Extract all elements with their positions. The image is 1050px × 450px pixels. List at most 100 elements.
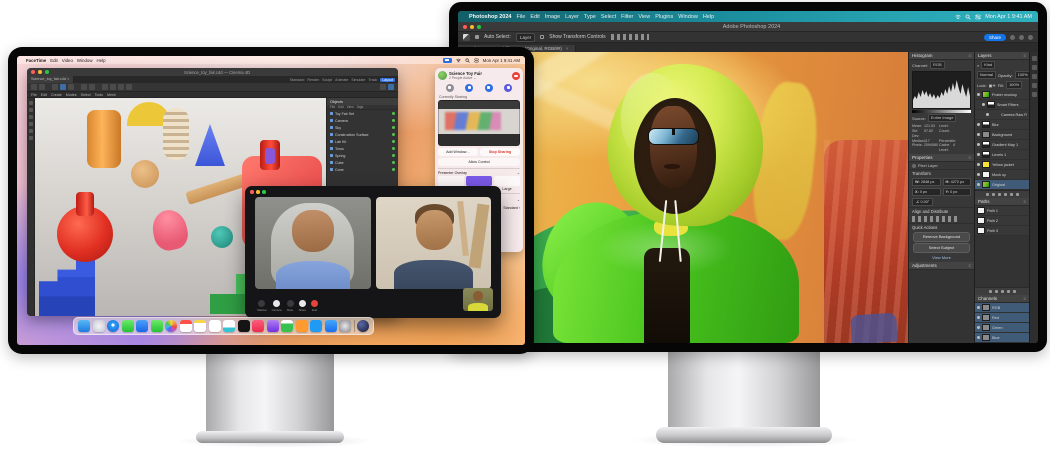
- render-settings-icon[interactable]: [89, 84, 95, 90]
- object-enabled-dot[interactable]: [392, 112, 395, 115]
- facetime-action-button[interactable]: [465, 84, 473, 92]
- menubar-item[interactable]: Edit: [50, 58, 58, 63]
- dock-icon[interactable]: [122, 320, 134, 332]
- facetime-control-button[interactable]: [258, 300, 265, 307]
- dock-icon[interactable]: [107, 320, 119, 332]
- libraries-panel-icon[interactable]: [1032, 65, 1037, 70]
- dock-icon[interactable]: [339, 320, 351, 332]
- mic-mode-value[interactable]: Standard ›: [503, 204, 520, 212]
- visibility-eye-icon[interactable]: [977, 153, 980, 156]
- screen-sharing-indicator[interactable]: [443, 58, 452, 63]
- dock-icon[interactable]: [238, 320, 250, 332]
- objects-panel-title[interactable]: Objects: [330, 100, 343, 104]
- quick-action-button[interactable]: Select Subject: [913, 243, 970, 253]
- channel-row[interactable]: RGB: [975, 303, 1029, 313]
- object-tree-row[interactable]: Toy Fair Set: [327, 110, 398, 117]
- menubar-item[interactable]: Image: [545, 14, 560, 20]
- dock-icon[interactable]: [180, 320, 192, 332]
- layout-tab[interactable]: Track: [368, 78, 377, 82]
- visibility-eye-icon[interactable]: [986, 113, 989, 116]
- view-more-link[interactable]: View More: [909, 254, 974, 262]
- brushes-panel-icon[interactable]: [1032, 92, 1037, 97]
- viewport-menu-item[interactable]: Create: [51, 93, 62, 97]
- menubar-item[interactable]: Window: [678, 14, 698, 20]
- menubar-item[interactable]: Window: [77, 58, 93, 63]
- object-tree-row[interactable]: Construction Surface: [327, 131, 398, 138]
- layer-row[interactable]: Original: [975, 180, 1029, 190]
- visibility-eye-icon[interactable]: [977, 143, 980, 146]
- history-panel-icon[interactable]: [1032, 83, 1037, 88]
- layout-tab[interactable]: Sculpt: [322, 78, 332, 82]
- scale-tool-icon[interactable]: [60, 84, 66, 90]
- menubar-item[interactable]: Video: [62, 58, 73, 63]
- menubar-item[interactable]: Help: [703, 14, 714, 20]
- facetime-control-button[interactable]: [273, 300, 280, 307]
- facetime-action-button[interactable]: [504, 84, 512, 92]
- layer-row[interactable]: Gradient Map 1: [975, 140, 1029, 150]
- menubar-item[interactable]: File: [516, 14, 525, 20]
- rotate-tool-icon[interactable]: [68, 84, 74, 90]
- close-window-button[interactable]: [250, 190, 254, 194]
- dock-icon[interactable]: [357, 320, 369, 332]
- workspace-icon[interactable]: [1028, 35, 1033, 40]
- dock-icon[interactable]: [223, 320, 235, 332]
- dock-icon[interactable]: [325, 320, 337, 332]
- layout-tab[interactable]: Standard: [290, 78, 305, 82]
- wifi-icon[interactable]: [955, 14, 961, 20]
- object-tree-row[interactable]: Cone: [327, 166, 398, 173]
- object-enabled-dot[interactable]: [392, 133, 395, 136]
- color-panel-icon[interactable]: [1032, 56, 1037, 61]
- panel-menu-icon[interactable]: ≡: [968, 155, 971, 160]
- facetime-action-button[interactable]: [485, 84, 493, 92]
- primitive-cube-icon[interactable]: [102, 84, 108, 90]
- layer-row[interactable]: Yellow jacket: [975, 160, 1029, 170]
- chevron-down-icon[interactable]: ⌄: [517, 196, 520, 204]
- transform-field[interactable]: Y: 0 px: [943, 188, 972, 196]
- dock-icon[interactable]: [165, 320, 177, 332]
- menubar-item[interactable]: View: [638, 14, 650, 20]
- objects-menu-item[interactable]: Tags: [357, 105, 364, 109]
- source-dropdown[interactable]: Entire Image: [928, 114, 957, 122]
- object-enabled-dot[interactable]: [392, 140, 395, 143]
- align-section-title[interactable]: Align and Distribute: [909, 207, 974, 215]
- layer-row[interactable]: Blur: [975, 120, 1029, 130]
- layout-tab[interactable]: Animate: [335, 78, 348, 82]
- visibility-eye-icon[interactable]: [977, 183, 980, 186]
- menubar-item[interactable]: Help: [97, 58, 106, 63]
- layer-row[interactable]: Smart Filters: [975, 100, 1029, 110]
- dock-icon[interactable]: [267, 320, 279, 332]
- control-center-icon[interactable]: [975, 14, 981, 20]
- deformer-icon[interactable]: [126, 84, 132, 90]
- generator-icon[interactable]: [118, 84, 124, 90]
- viewport-menu-item[interactable]: Select: [81, 93, 91, 97]
- channel-row[interactable]: Red: [975, 313, 1029, 323]
- dock-icon[interactable]: [310, 320, 322, 332]
- c4d-document-tab[interactable]: Science_toy_fair.c4d ×: [27, 76, 74, 83]
- panel-menu-icon[interactable]: ≡: [968, 53, 971, 58]
- move-tool-icon[interactable]: [463, 34, 470, 41]
- dock-icon[interactable]: [136, 320, 148, 332]
- facetime-control[interactable]: Mute: [287, 300, 294, 312]
- object-enabled-dot[interactable]: [392, 168, 395, 171]
- adjustments-panel-title[interactable]: Adjustments: [912, 263, 937, 268]
- layer-row[interactable]: Poster mockup: [975, 90, 1029, 100]
- object-tree-row[interactable]: Camera: [327, 117, 398, 124]
- menubar-item[interactable]: Filter: [621, 14, 633, 20]
- menubar-item[interactable]: Select: [601, 14, 616, 20]
- call-subtitle[interactable]: 2 People Active ⌄: [449, 76, 510, 80]
- path-row[interactable]: Path 2: [975, 216, 1029, 226]
- close-window-button[interactable]: [31, 70, 35, 74]
- quick-action-button[interactable]: Remove Background: [913, 232, 970, 242]
- visibility-eye-icon[interactable]: [977, 316, 980, 319]
- zoom-window-button[interactable]: [45, 70, 49, 74]
- object-enabled-dot[interactable]: [392, 126, 395, 129]
- menubar-item[interactable]: Edit: [530, 14, 539, 20]
- facetime-action-button[interactable]: [446, 84, 454, 92]
- auto-select-dropdown[interactable]: Layer: [516, 33, 535, 42]
- allow-control-button[interactable]: Allow Control: [438, 158, 520, 166]
- overlay-option-tile[interactable]: [438, 176, 464, 186]
- layer-row[interactable]: Levels 1: [975, 150, 1029, 160]
- facetime-control[interactable]: Share: [299, 300, 306, 312]
- menubar-item[interactable]: Layer: [565, 14, 579, 20]
- layer-row[interactable]: Camera Raw Filter: [975, 110, 1029, 120]
